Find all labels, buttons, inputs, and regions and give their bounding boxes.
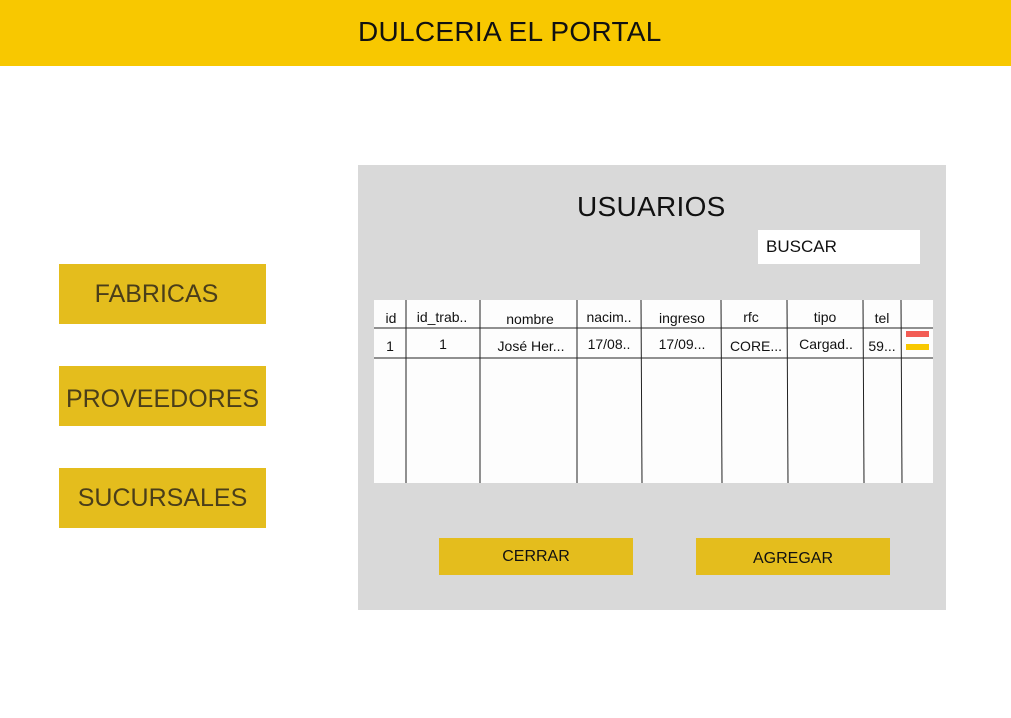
cell-tel: 59... xyxy=(868,338,896,354)
header-rfc: rfc xyxy=(743,309,759,325)
header-tel: tel xyxy=(874,310,890,326)
delete-marker[interactable] xyxy=(906,331,929,337)
edit-marker[interactable] xyxy=(906,344,929,350)
app-header: DULCERIA EL PORTAL xyxy=(0,0,1011,66)
cell-id: 1 xyxy=(386,338,394,354)
table-grid-lines xyxy=(374,300,933,483)
agregar-button[interactable]: AGREGAR xyxy=(696,538,890,575)
panel-title: USUARIOS xyxy=(577,191,726,222)
header-tipo: tipo xyxy=(813,309,837,325)
cell-nombre: José Her... xyxy=(497,338,565,354)
fabricas-button[interactable]: FABRICAS xyxy=(59,264,266,324)
search-input[interactable] xyxy=(758,230,920,264)
header-nombre: nombre xyxy=(506,311,554,327)
header-ingreso: ingreso xyxy=(659,310,705,326)
cell-id-trab: 1 xyxy=(439,336,447,352)
cell-ingreso: 17/09... xyxy=(658,336,706,352)
sucursales-button[interactable]: SUCURSALES xyxy=(59,468,266,528)
cerrar-button[interactable]: CERRAR xyxy=(439,538,633,575)
header-id: id xyxy=(385,310,397,326)
cell-tipo: Cargad.. xyxy=(799,336,853,352)
app-title: DULCERIA EL PORTAL xyxy=(358,16,662,47)
users-table: id id_trab.. nombre nacim.. ingreso rfc … xyxy=(374,300,933,483)
proveedores-button[interactable]: PROVEEDORES xyxy=(59,366,266,426)
header-id-trab: id_trab.. xyxy=(416,309,468,325)
cell-nacim: 17/08.. xyxy=(587,336,631,352)
cell-rfc: CORE... xyxy=(729,338,783,354)
usuarios-panel: USUARIOS id id_trab.. nombre nacim.. ing… xyxy=(358,165,946,610)
header-nacim: nacim.. xyxy=(586,309,632,325)
